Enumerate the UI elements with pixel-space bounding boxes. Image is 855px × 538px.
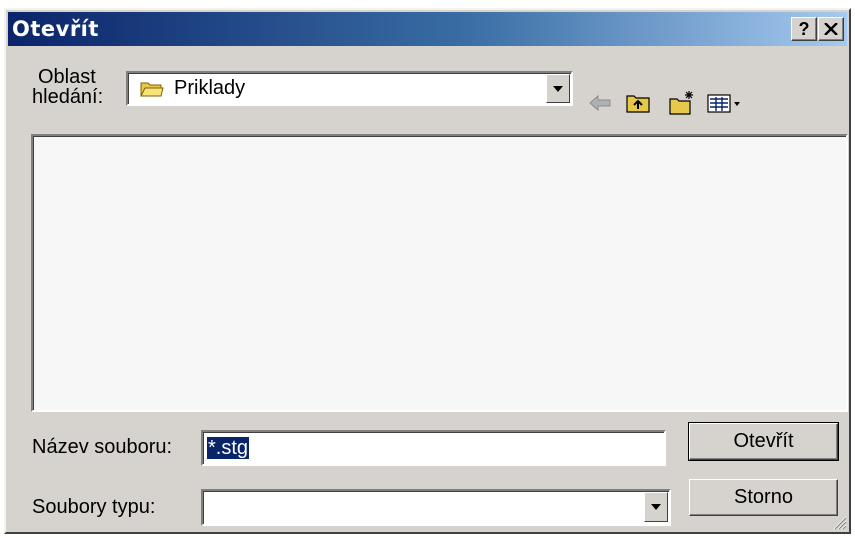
help-button[interactable]: ?: [791, 17, 817, 41]
chevron-down-icon: [651, 504, 661, 510]
title-bar[interactable]: Otevřít ?: [8, 12, 847, 46]
look-in-label-line1: Oblast: [38, 66, 96, 88]
file-name-input[interactable]: *.stg: [201, 430, 666, 466]
back-icon[interactable]: [586, 90, 614, 116]
file-type-dropdown-button[interactable]: [644, 492, 668, 522]
file-name-value: *.stg: [207, 437, 250, 459]
close-button[interactable]: [818, 17, 844, 41]
dialog-title: Otevřít: [12, 17, 99, 41]
look-in-value: Priklady: [174, 77, 246, 99]
folder-icon: [140, 82, 164, 97]
chevron-down-icon: [553, 85, 563, 92]
view-menu-icon[interactable]: [706, 90, 750, 116]
close-icon: [824, 23, 838, 35]
file-name-label: Název souboru:: [32, 436, 173, 458]
look-in-dropdown-button[interactable]: [546, 74, 570, 103]
file-list[interactable]: [31, 134, 848, 412]
open-button[interactable]: Otevřít: [688, 422, 839, 461]
file-type-combobox[interactable]: [201, 489, 671, 526]
resize-grip-icon[interactable]: [831, 514, 847, 530]
open-dialog: Otevřít ? Oblast hledání: Priklady Název…: [4, 8, 851, 534]
file-type-label: Soubory typu:: [32, 496, 156, 518]
cancel-button[interactable]: Storno: [689, 479, 838, 516]
up-folder-icon[interactable]: [624, 90, 652, 116]
new-folder-icon[interactable]: [668, 90, 696, 116]
look-in-label-line2: hledání:: [32, 86, 104, 108]
look-in-combobox[interactable]: Priklady: [126, 71, 573, 106]
